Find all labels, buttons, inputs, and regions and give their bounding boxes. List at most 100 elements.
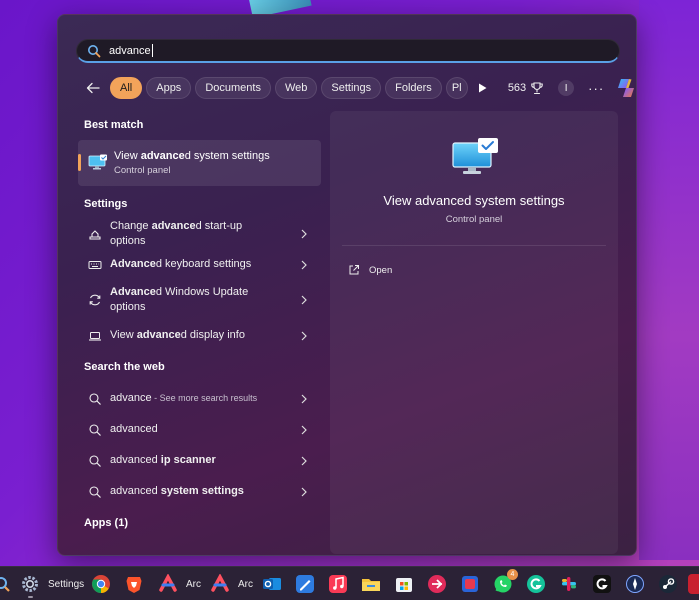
start-search-panel: advance All Apps Documents Web Settings …	[57, 14, 637, 556]
taskbar-arc-label: Arc	[186, 578, 201, 590]
detail-pane: View advanced system settings Control pa…	[330, 111, 618, 554]
chevron-right-icon	[301, 487, 307, 496]
search-icon	[0, 577, 10, 592]
open-label: Open	[369, 264, 393, 276]
app-red-icon	[428, 575, 446, 593]
divider	[342, 245, 606, 246]
trophy-icon[interactable]	[530, 81, 544, 95]
web-heading: Search the web	[84, 361, 165, 373]
results-list: Best match View advanced system settings…	[78, 115, 322, 533]
open-action[interactable]: Open	[348, 264, 392, 276]
taskbar-logitech[interactable]	[592, 574, 612, 594]
filter-bar: All Apps Documents Web Settings Folders …	[82, 76, 637, 100]
apps-heading: Apps (1)	[84, 517, 128, 529]
web-result-advanced[interactable]: advanced	[78, 414, 322, 445]
taskbar-arc-2[interactable]: Arc	[210, 574, 253, 594]
filter-chip-photos[interactable]: Pl	[445, 77, 468, 99]
steam-icon	[659, 575, 677, 593]
taskbar-settings-label: Settings	[48, 578, 85, 590]
grammarly-icon	[527, 575, 545, 593]
wallpaper-edge	[639, 0, 699, 560]
back-button[interactable]	[82, 77, 104, 99]
folder-icon	[362, 579, 380, 591]
search-icon	[88, 44, 101, 57]
settings-result-startup[interactable]: Change advanced start-up options	[78, 218, 322, 249]
scroll-filters-button[interactable]	[478, 83, 494, 93]
filter-chip-apps[interactable]: Apps	[146, 77, 192, 99]
detail-title: View advanced system settings	[383, 193, 565, 208]
chevron-right-icon	[301, 295, 307, 305]
brave-icon	[126, 577, 142, 593]
arrow-left-icon	[86, 82, 100, 94]
detail-subtitle: Control panel	[445, 214, 503, 225]
taskbar-grammarly[interactable]	[526, 574, 546, 594]
search-icon	[89, 423, 101, 436]
settings-heading: Settings	[84, 198, 128, 210]
best-match-title: View advanced system settings	[114, 150, 270, 162]
logitech-icon	[593, 575, 611, 593]
arc-icon	[211, 574, 229, 592]
running-indicator	[28, 596, 33, 598]
copilot-icon[interactable]	[614, 76, 637, 100]
more-options-icon[interactable]: ···	[588, 81, 604, 96]
app-edge-icon	[688, 574, 699, 594]
app-blocks-icon	[462, 576, 478, 592]
chevron-right-icon	[301, 229, 307, 238]
taskbar-brave[interactable]	[124, 574, 144, 594]
taskbar-search[interactable]	[0, 574, 12, 594]
taskbar-settings[interactable]: Settings	[20, 574, 85, 598]
laptop-icon	[89, 331, 101, 341]
store-icon	[396, 578, 412, 592]
taskbar-app-edge[interactable]	[688, 574, 699, 594]
music-icon	[329, 575, 347, 593]
update-icon	[89, 294, 101, 306]
search-input[interactable]: advance	[76, 39, 620, 63]
taskbar: Settings Arc Arc 4	[0, 566, 699, 600]
rewards-count: 563	[507, 82, 527, 94]
taskbar-pen-app[interactable]	[295, 574, 315, 594]
best-match-item[interactable]: View advanced system settings Control pa…	[78, 140, 321, 186]
outlook-icon	[263, 578, 281, 590]
taskbar-arc-label: Arc	[238, 578, 253, 590]
taskbar-slack[interactable]	[559, 574, 579, 594]
taskbar-outlook[interactable]	[262, 574, 282, 594]
taskbar-file-explorer[interactable]	[361, 574, 381, 594]
bootup-icon	[89, 229, 101, 240]
taskbar-whatsapp[interactable]: 4	[493, 569, 518, 594]
search-icon	[89, 392, 101, 405]
web-result-system-settings[interactable]: advanced system settings	[78, 476, 322, 507]
keyboard-icon	[88, 260, 102, 269]
chevron-right-icon	[301, 331, 307, 340]
filter-chip-all[interactable]: All	[110, 77, 143, 99]
chrome-icon	[92, 575, 110, 593]
account-avatar[interactable]: I	[558, 80, 575, 96]
settings-result-windows-update[interactable]: Advanced Windows Update options	[78, 280, 322, 320]
text-caret	[151, 44, 153, 57]
taskbar-chrome[interactable]	[91, 574, 111, 594]
taskbar-steam[interactable]	[658, 574, 678, 594]
taskbar-music[interactable]	[328, 574, 348, 594]
chevron-right-icon	[301, 425, 307, 434]
notification-badge: 4	[507, 569, 518, 580]
taskbar-arc-1[interactable]: Arc	[158, 574, 201, 594]
settings-result-keyboard[interactable]: Advanced keyboard settings	[78, 249, 322, 280]
settings-result-display-info[interactable]: View advanced display info	[78, 320, 322, 351]
best-match-heading: Best match	[84, 119, 144, 131]
taskbar-app-red[interactable]	[427, 574, 447, 594]
taskbar-store[interactable]	[394, 574, 414, 594]
gear-icon	[22, 576, 38, 592]
search-icon	[89, 485, 101, 498]
chevron-right-icon	[301, 260, 307, 269]
web-result-ip-scanner[interactable]: advanced ip scanner	[78, 445, 322, 476]
taskbar-app-compass[interactable]	[625, 574, 645, 594]
slack-icon	[562, 577, 576, 591]
filter-chip-web[interactable]: Web	[274, 77, 318, 99]
filter-chip-folders[interactable]: Folders	[385, 77, 442, 99]
best-match-subtitle: Control panel	[114, 165, 171, 176]
monitor-settings-icon	[452, 138, 498, 174]
filter-chip-settings[interactable]: Settings	[321, 77, 382, 99]
filter-chip-documents[interactable]: Documents	[195, 77, 271, 99]
web-result-advance[interactable]: advance - See more search results	[78, 383, 322, 414]
taskbar-app-blocks[interactable]	[460, 574, 480, 594]
play-icon	[478, 83, 487, 93]
